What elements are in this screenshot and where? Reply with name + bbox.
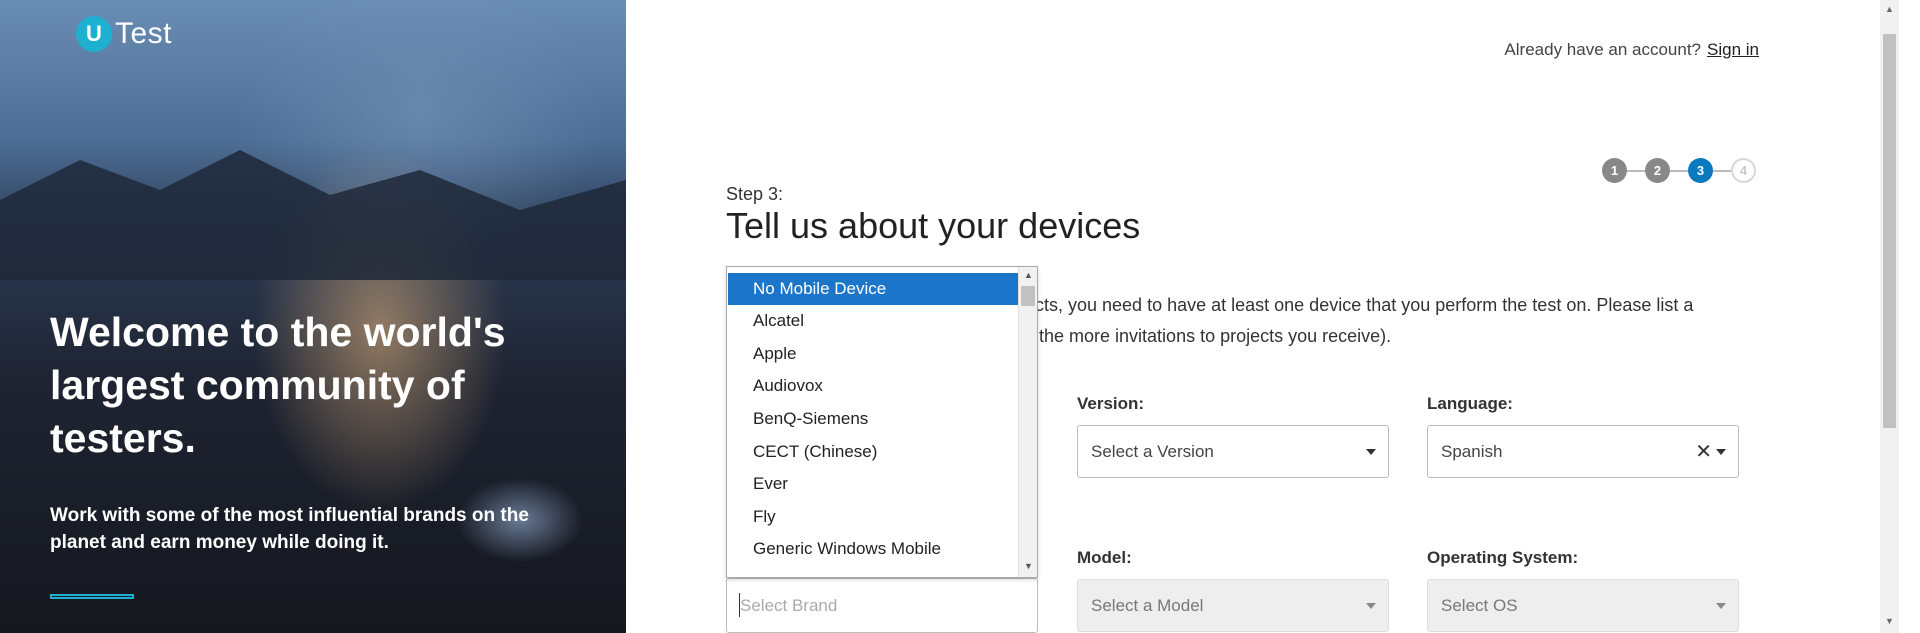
step-label: Step 3: bbox=[726, 184, 784, 204]
scroll-down-icon[interactable]: ▼ bbox=[1024, 561, 1033, 571]
language-label: Language: bbox=[1427, 394, 1513, 413]
page-title: Tell us about your devices bbox=[726, 205, 1141, 246]
mountain-silhouette bbox=[0, 150, 626, 280]
brand-search-input[interactable] bbox=[726, 578, 1038, 633]
sign-in-link[interactable]: Sign in bbox=[1707, 40, 1759, 59]
brand-option[interactable]: Apple bbox=[728, 338, 1018, 370]
model-value: Select a Model bbox=[1091, 595, 1204, 615]
step-3-current: 3 bbox=[1688, 158, 1713, 183]
brand-option[interactable]: BenQ-Siemens bbox=[728, 403, 1018, 435]
model-label: Model: bbox=[1077, 548, 1132, 567]
os-value: Select OS bbox=[1441, 595, 1518, 615]
version-value: Select a Version bbox=[1091, 441, 1214, 461]
os-label: Operating System: bbox=[1427, 548, 1579, 567]
language-select[interactable]: Spanish ✕ bbox=[1427, 425, 1739, 478]
scroll-up-icon[interactable]: ▲ bbox=[1024, 270, 1033, 280]
hero-panel: U Test Welcome to the world's largest co… bbox=[0, 0, 626, 633]
os-select[interactable]: Select OS bbox=[1427, 579, 1739, 632]
progress-stepper: 1 2 3 4 bbox=[1602, 158, 1756, 183]
account-prompt: Already have an account? Sign in bbox=[1504, 40, 1759, 60]
step-4: 4 bbox=[1731, 158, 1756, 183]
brand-option[interactable]: Fly bbox=[728, 501, 1018, 533]
page-scroll-thumb[interactable] bbox=[1883, 34, 1896, 428]
brand-option[interactable]: Ever bbox=[728, 468, 1018, 500]
logo-text: Test bbox=[115, 17, 173, 50]
brand-option[interactable]: CECT (Chinese) bbox=[728, 436, 1018, 468]
brand-dropdown-list[interactable]: No Mobile Device Alcatel Apple Audiovox … bbox=[726, 266, 1038, 578]
chevron-down-icon bbox=[1716, 449, 1726, 455]
already-text: Already have an account? bbox=[1504, 40, 1702, 59]
step-connector bbox=[1713, 169, 1731, 172]
step-2: 2 bbox=[1645, 158, 1670, 183]
hero-subtitle: Work with some of the most influential b… bbox=[50, 505, 529, 553]
version-label: Version: bbox=[1077, 394, 1145, 413]
dropdown-scrollbar[interactable]: ▲ ▼ bbox=[1018, 267, 1037, 577]
scroll-up-icon[interactable]: ▲ bbox=[1885, 4, 1894, 14]
hero-title: Welcome to the world's largest community… bbox=[50, 309, 506, 461]
hero-accent-bar bbox=[50, 594, 134, 599]
model-select[interactable]: Select a Model bbox=[1077, 579, 1389, 632]
language-value: Spanish bbox=[1441, 441, 1503, 461]
logo-mark: U bbox=[76, 16, 112, 52]
step-1: 1 bbox=[1602, 158, 1627, 183]
brand-option[interactable]: Alcatel bbox=[728, 305, 1018, 337]
brand-option[interactable]: No Mobile Device bbox=[728, 273, 1018, 305]
text-cursor bbox=[739, 593, 740, 617]
dropdown-scroll-thumb[interactable] bbox=[1021, 286, 1035, 306]
step-connector bbox=[1627, 169, 1645, 172]
brand-option[interactable]: Generic Windows Mobile bbox=[728, 533, 1018, 565]
brand-option[interactable]: Audiovox bbox=[728, 370, 1018, 402]
chevron-down-icon bbox=[1716, 603, 1726, 609]
page-scrollbar[interactable]: ▲ ▼ bbox=[1880, 0, 1899, 633]
close-icon[interactable]: ✕ bbox=[1695, 439, 1712, 464]
scroll-down-icon[interactable]: ▼ bbox=[1885, 616, 1894, 626]
step-connector bbox=[1670, 169, 1688, 172]
utest-logo[interactable]: U Test bbox=[76, 16, 172, 52]
chevron-down-icon bbox=[1366, 603, 1376, 609]
chevron-down-icon bbox=[1366, 449, 1376, 455]
version-select[interactable]: Select a Version bbox=[1077, 425, 1389, 478]
